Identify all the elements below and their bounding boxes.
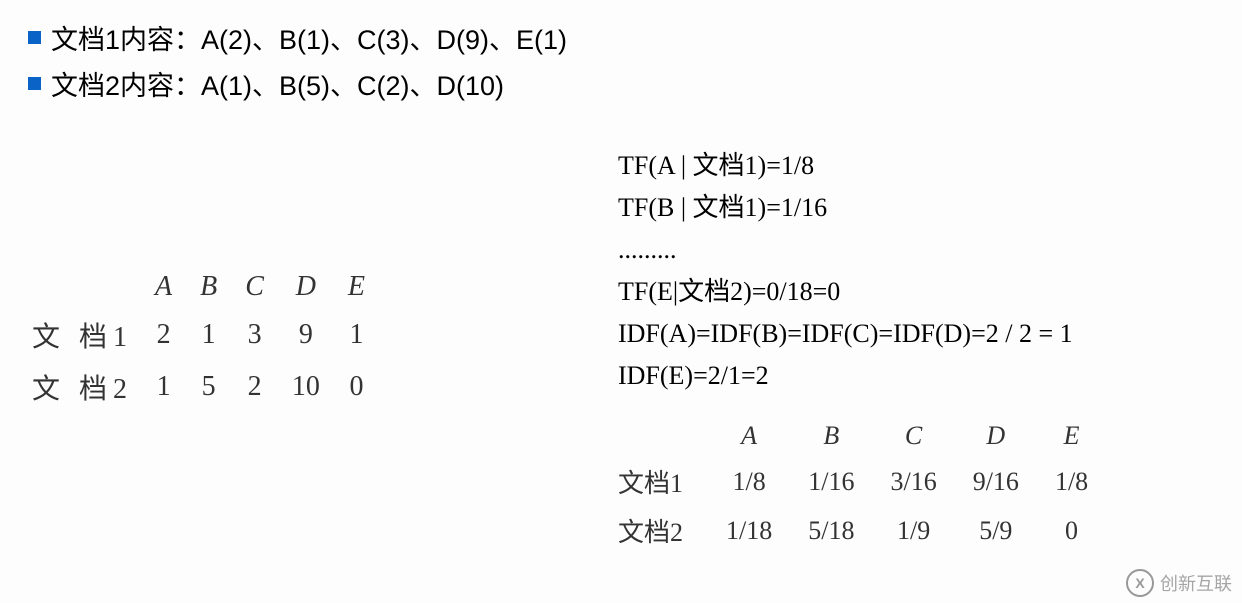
col-header: A: [141, 265, 186, 309]
cell: 0: [1037, 506, 1106, 555]
formula-line: TF(E|文档2)=0/18=0: [618, 271, 1238, 313]
cell: 1: [334, 309, 379, 361]
cell: 1: [186, 309, 231, 361]
col-header: E: [1037, 415, 1106, 457]
col-header: D: [955, 415, 1037, 457]
cell: 2: [141, 309, 186, 361]
square-bullet-icon: [28, 31, 41, 44]
header-blank: [618, 415, 708, 457]
col-header: E: [334, 265, 379, 309]
tfidf-table: A B C D E 文档1 1/8 1/16 3/16 9/16 1/8 文档2…: [618, 415, 1106, 555]
cell: 5/9: [955, 506, 1037, 555]
cell: 2: [231, 361, 278, 413]
cell: 1/18: [708, 506, 790, 555]
watermark-logo-letter: X: [1135, 575, 1144, 591]
formula-line: IDF(A)=IDF(B)=IDF(C)=IDF(D)=2 / 2 = 1: [618, 313, 1238, 355]
square-bullet-icon: [28, 77, 41, 90]
header-blank: [18, 265, 141, 309]
bullet-list: 文档1内容：A(2)、B(1)、C(3)、D(9)、E(1) 文档2内容：A(1…: [0, 0, 1242, 106]
col-header: C: [872, 415, 954, 457]
formula-line: TF(B | 文档1)=1/16: [618, 187, 1238, 229]
right-block: TF(A | 文档1)=1/8 TF(B | 文档1)=1/16 .......…: [618, 145, 1238, 555]
cell: 1/16: [790, 457, 872, 506]
row-label: 文 档2: [18, 361, 141, 413]
watermark: X 创新互联: [1126, 569, 1232, 597]
watermark-logo-icon: X: [1126, 569, 1154, 597]
count-table: A B C D E 文 档1 2 1 3 9 1 文 档2 1 5 2 10 0: [18, 265, 379, 413]
row-label: 文档1: [618, 457, 708, 506]
cell: 3/16: [872, 457, 954, 506]
table-row: 文 档2 1 5 2 10 0: [18, 361, 379, 413]
cell: 3: [231, 309, 278, 361]
count-table-container: A B C D E 文 档1 2 1 3 9 1 文 档2 1 5 2 10 0: [18, 265, 379, 413]
cell: 1/8: [708, 457, 790, 506]
bullet-text-1: 文档1内容：A(2)、B(1)、C(3)、D(9)、E(1): [51, 18, 567, 57]
table-row: A B C D E: [18, 265, 379, 309]
formula-line: IDF(E)=2/1=2: [618, 355, 1238, 397]
cell: 9: [278, 309, 334, 361]
table-row: A B C D E: [618, 415, 1106, 457]
col-header: B: [790, 415, 872, 457]
cell: 0: [334, 361, 379, 413]
cell: 9/16: [955, 457, 1037, 506]
bullet-text-2: 文档2内容：A(1)、B(5)、C(2)、D(10): [51, 64, 504, 103]
col-header: D: [278, 265, 334, 309]
table-row: 文 档1 2 1 3 9 1: [18, 309, 379, 361]
row-label: 文 档1: [18, 309, 141, 361]
table-row: 文档2 1/18 5/18 1/9 5/9 0: [618, 506, 1106, 555]
cell: 5/18: [790, 506, 872, 555]
cell: 10: [278, 361, 334, 413]
bullet-row-1: 文档1内容：A(2)、B(1)、C(3)、D(9)、E(1): [28, 14, 1214, 60]
row-label: 文档2: [618, 506, 708, 555]
col-header: C: [231, 265, 278, 309]
col-header: B: [186, 265, 231, 309]
cell: 1/9: [872, 506, 954, 555]
formula-ellipsis: .........: [618, 229, 1238, 271]
table-row: 文档1 1/8 1/16 3/16 9/16 1/8: [618, 457, 1106, 506]
cell: 1/8: [1037, 457, 1106, 506]
watermark-text: 创新互联: [1160, 570, 1232, 596]
formula-line: TF(A | 文档1)=1/8: [618, 145, 1238, 187]
cell: 5: [186, 361, 231, 413]
col-header: A: [708, 415, 790, 457]
cell: 1: [141, 361, 186, 413]
bullet-row-2: 文档2内容：A(1)、B(5)、C(2)、D(10): [28, 60, 1214, 106]
